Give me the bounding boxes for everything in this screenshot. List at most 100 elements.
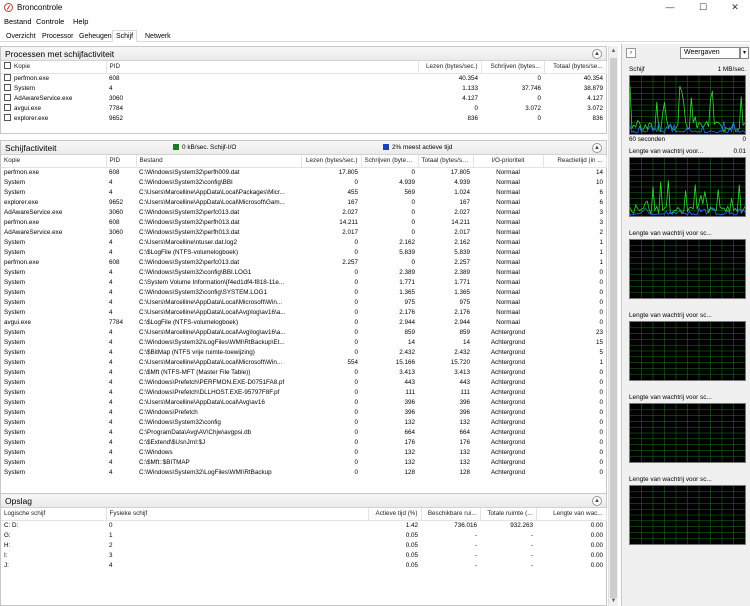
disk-activity-row[interactable]: System 4 C:\Users\Marcelline\ntuser.dat.lo…	[1, 238, 606, 248]
response-time-cell: 14	[595, 168, 603, 176]
process-cell: perfmon.exe	[4, 218, 40, 226]
process-name-cell[interactable]: AdAwareService.exe	[1, 93, 106, 104]
tab-geheugen[interactable]: Geheugen	[75, 30, 116, 42]
scroll-up-arrow-icon[interactable]: ▲	[610, 47, 617, 55]
disk-activity-row[interactable]: System 4 C:\$Extend\$UsnJrnl:$J 0 176 176 Acht…	[1, 438, 606, 448]
disk-activity-row[interactable]: System 4 C:\Windows\Prefetch\PERFMON.EXE-D…	[1, 378, 606, 388]
column-header-response-time[interactable]: Reactietijd (in ...	[543, 155, 607, 167]
process-checkbox[interactable]	[4, 93, 11, 101]
io-priority-cell: Achtergrond	[490, 408, 526, 416]
storage-row[interactable]: I: 3 0.05 - - 0.00	[1, 551, 606, 561]
process-name-cell[interactable]: explorer.exe	[1, 113, 106, 124]
scroll-down-arrow-icon[interactable]: ▼	[610, 597, 617, 605]
process-row[interactable]: System 4 1.133 37.746 38.879	[1, 83, 606, 94]
column-header-read[interactable]: Lezen (bytes/sec.)	[301, 155, 362, 167]
column-header-write[interactable]: Schrijven (bytes...	[361, 155, 419, 167]
column-header-available-space[interactable]: Beschikbare rui...	[421, 508, 481, 520]
disk-activity-row[interactable]: System 4 C:\Windows\System32\config\BBI.LO…	[1, 268, 606, 278]
process-row[interactable]: perfmon.exe 608 40.354 0 40.354	[1, 73, 606, 84]
process-row[interactable]: AdAwareService.exe 3060 4.127 0 4.127	[1, 93, 606, 104]
scrollbar-thumb[interactable]	[610, 58, 617, 598]
disk-activity-header[interactable]: Schijfactiviteit 0 kB/sec. Schijf-I/O 2%…	[1, 141, 606, 155]
column-header-read[interactable]: Lezen (bytes/sec.)	[418, 61, 482, 73]
column-header-write[interactable]: Schrijven (bytes...	[481, 61, 545, 73]
storage-row[interactable]: H: 2 0.05 - - 0.00	[1, 541, 606, 551]
tab-netwerk[interactable]: Netwerk	[141, 30, 175, 42]
process-name-cell[interactable]: perfmon.exe	[1, 73, 106, 84]
disk-activity-row[interactable]: System 4 C:\Windows\System32\LogFiles\WMI\…	[1, 338, 606, 348]
column-header-total[interactable]: Totaal (bytes/se...	[544, 61, 607, 73]
process-checkbox[interactable]	[4, 73, 11, 81]
disk-activity-row[interactable]: explorer.exe 9652 C:\Users\Marcelline\AppD…	[1, 198, 606, 208]
disk-activity-row[interactable]: System 4 C:\$LogFile (NTFS-volumelogboek) 0…	[1, 248, 606, 258]
disk-activity-row[interactable]: System 4 C:\Users\Marcelline\AppData\Local…	[1, 308, 606, 318]
process-checkbox[interactable]	[4, 83, 11, 91]
response-time-cell: 0	[599, 458, 603, 466]
column-header-pid[interactable]: PID	[106, 155, 137, 167]
disk-activity-row[interactable]: System 4 C:\Users\Marcelline\AppData\Local…	[1, 358, 606, 368]
disk-activity-row[interactable]: System 4 C:\Users\Marcelline\AppData\Local…	[1, 328, 606, 338]
disk-activity-row[interactable]: System 4 C:\System Volume Information\{f4e…	[1, 278, 606, 288]
tab-processor[interactable]: Processor	[38, 30, 78, 42]
disk-activity-row[interactable]: System 4 C:\Windows\System32\config\SYSTEM…	[1, 288, 606, 298]
chevron-right-icon[interactable]: ›	[626, 48, 636, 58]
menu-help[interactable]: Help	[73, 17, 88, 26]
vertical-scrollbar[interactable]: ▲ ▼	[608, 46, 618, 606]
tab-overzicht[interactable]: Overzicht	[2, 30, 40, 42]
disk-activity-row[interactable]: System 4 C:\Users\Marcelline\AppData\Local…	[1, 398, 606, 408]
disk-activity-row[interactable]: System 4 C:\$Mft::$BITMAP 0 132 132 Achtergron…	[1, 458, 606, 468]
process-checkbox[interactable]	[4, 113, 11, 121]
processes-header[interactable]: Processen met schijfactiviteit ▲	[1, 47, 606, 61]
disk-activity-row[interactable]: System 4 C:\Windows 0 132 132 Achtergrond 0	[1, 448, 606, 458]
menu-bestand[interactable]: Bestand	[4, 17, 32, 26]
process-row[interactable]: explorer.exe 9652 836 0 836	[1, 113, 606, 124]
column-header-logical-disk[interactable]: Logische schijf	[1, 508, 107, 520]
disk-activity-row[interactable]: System 4 C:\Users\Marcelline\AppData\Local…	[1, 188, 606, 198]
process-name-cell[interactable]: avgui.exe	[1, 103, 106, 114]
column-header-physical-disk[interactable]: Fysieke schijf	[106, 508, 369, 520]
disk-activity-row[interactable]: System 4 C:\Windows\Prefetch 0 396 396 Achterg…	[1, 408, 606, 418]
process-row[interactable]: avgui.exe 7784 0 3.072 3.072	[1, 103, 606, 114]
disk-activity-row[interactable]: AdAwareService.exe 3060 C:\Windows\System3…	[1, 228, 606, 238]
process-cell: System	[4, 268, 25, 276]
disk-activity-row[interactable]: System 4 C:\Windows\System32\config\BBI 0 4.…	[1, 178, 606, 188]
disk-activity-row[interactable]: System 4 C:\Windows\Prefetch\DLLHOST.EXE-9…	[1, 388, 606, 398]
menu-controle[interactable]: Controle	[36, 17, 64, 26]
column-header-queue-length[interactable]: Lengte van wac...	[536, 508, 607, 520]
disk-activity-row[interactable]: System 4 C:\$Mft (NTFS-MFT (Master File Ta…	[1, 368, 606, 378]
disk-activity-row[interactable]: System 4 C:\Windows\System32\config 0 132 132…	[1, 418, 606, 428]
disk-activity-row[interactable]: System 4 C:\Windows\System32\LogFiles\WMI\…	[1, 468, 606, 478]
storage-header[interactable]: Opslag ▲	[1, 494, 606, 508]
collapse-disk-activity-button[interactable]: ▲	[592, 143, 602, 153]
disk-activity-row[interactable]: System 4 C:\$BitMap (NTFS vrije ruimte-toe…	[1, 348, 606, 358]
column-header-pid[interactable]: PID	[106, 61, 419, 73]
process-name-cell[interactable]: System	[1, 83, 106, 94]
views-button[interactable]: Weergaven	[680, 47, 740, 59]
process-checkbox[interactable]	[4, 103, 11, 111]
disk-activity-row[interactable]: perfmon.exe 608 C:\Windows\System32\perfc0…	[1, 258, 606, 268]
storage-row[interactable]: G: 1 0.05 - - 0.00	[1, 531, 606, 541]
column-header-active-time[interactable]: Actieve tijd (%)	[368, 508, 422, 520]
close-button[interactable]: ✕	[720, 0, 750, 15]
disk-activity-row[interactable]: AdAwareService.exe 3060 C:\Windows\System3…	[1, 208, 606, 218]
views-dropdown-button[interactable]: ▾	[740, 47, 749, 59]
collapse-processes-button[interactable]: ▲	[592, 49, 602, 59]
disk-activity-row[interactable]: avgui.exe 7784 C:\$LogFile (NTFS-volumelog…	[1, 318, 606, 328]
tab-schijf[interactable]: Schijf	[112, 30, 138, 42]
minimize-button[interactable]: —	[655, 0, 685, 15]
column-header-io-priority[interactable]: I/O-prioriteit	[473, 155, 544, 167]
disk-activity-row[interactable]: perfmon.exe 608 C:\Windows\System32\perfh0…	[1, 167, 606, 178]
disk-activity-row[interactable]: System 4 C:\Users\Marcelline\AppData\Local…	[1, 298, 606, 308]
disk-activity-row[interactable]: perfmon.exe 608 C:\Windows\System32\perfh0…	[1, 218, 606, 228]
column-header-total-space[interactable]: Totale ruimte (...	[480, 508, 537, 520]
column-header-kopie[interactable]: Kopie	[1, 155, 107, 167]
column-header-kopie[interactable]: Kopie	[1, 61, 107, 73]
maximize-button[interactable]: ☐	[688, 0, 718, 15]
storage-row[interactable]: J: 4 0.05 - - 0.00	[1, 561, 606, 571]
disk-activity-row[interactable]: System 4 C:\ProgramData\Avg\AV\Chjw\avgpsi…	[1, 428, 606, 438]
select-all-checkbox[interactable]	[4, 61, 11, 69]
collapse-storage-button[interactable]: ▲	[592, 496, 602, 506]
column-header-file[interactable]: Bestand	[136, 155, 302, 167]
storage-row[interactable]: C: D: 0 1.42 736.016 932.263 0.00	[1, 520, 606, 531]
column-header-total[interactable]: Totaal (bytes/se...	[418, 155, 474, 167]
